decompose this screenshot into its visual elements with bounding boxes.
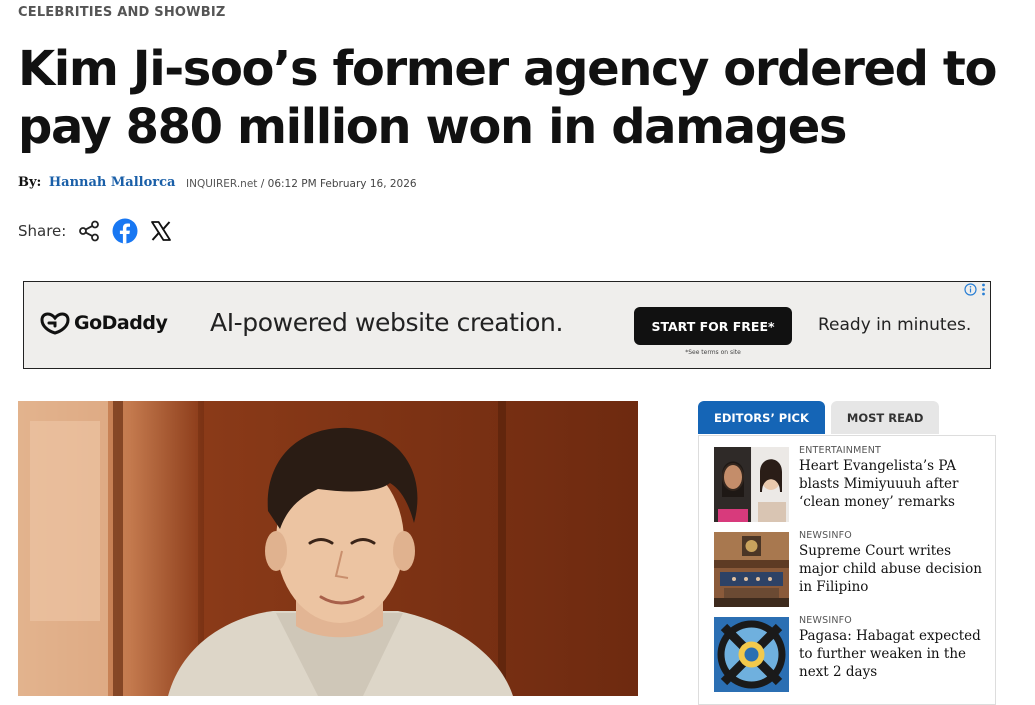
godaddy-logo-icon: [40, 312, 70, 335]
article-headline: Kim Ji-soo’s former agency ordered to pa…: [18, 41, 997, 155]
dateline-separator: /: [257, 178, 268, 190]
facebook-icon[interactable]: [112, 218, 138, 244]
ad-terms: *See terms on site: [685, 349, 741, 356]
share-bar: Share:: [18, 216, 174, 246]
ad-tagline: Ready in minutes.: [818, 315, 972, 335]
ad-choices[interactable]: [964, 283, 986, 296]
editors-pick-list: ENTERTAINMENT Heart Evangelista’s PA bla…: [698, 435, 996, 705]
share-label: Share:: [18, 222, 67, 240]
list-item[interactable]: ENTERTAINMENT Heart Evangelista’s PA bla…: [714, 445, 989, 523]
info-icon[interactable]: [964, 283, 977, 296]
x-icon[interactable]: [148, 218, 174, 244]
article-hero-photo: [18, 401, 638, 696]
godaddy-logo[interactable]: GoDaddy: [40, 311, 168, 335]
ad-headline: AI-powered website creation.: [210, 308, 564, 337]
section-label[interactable]: CELEBRITIES AND SHOWBIZ: [18, 5, 225, 20]
author-link[interactable]: Hannah Mallorca: [49, 175, 176, 190]
publish-datetime: 06:12 PM February 16, 2026: [267, 178, 417, 190]
dateline: INQUIRER.net / 06:12 PM February 16, 202…: [186, 178, 417, 190]
item-title[interactable]: Supreme Court writes major child abuse d…: [799, 542, 984, 596]
ad-brand: GoDaddy: [74, 312, 168, 334]
byline-prefix: By:: [18, 175, 42, 190]
byline: By: Hannah Mallorca: [18, 175, 175, 190]
item-category: NEWSINFO: [799, 615, 852, 626]
item-category: NEWSINFO: [799, 530, 852, 541]
tab-editors-pick[interactable]: EDITORS’ PICK: [698, 401, 825, 434]
article-thumbnail[interactable]: [714, 532, 789, 607]
tab-most-read[interactable]: MOST READ: [830, 401, 940, 434]
list-item[interactable]: NEWSINFO Supreme Court writes major chil…: [714, 530, 989, 608]
item-category: ENTERTAINMENT: [799, 445, 882, 456]
item-title[interactable]: Pagasa: Habagat expected to further weak…: [799, 627, 984, 681]
advertisement-banner[interactable]: GoDaddy AI-powered website creation. STA…: [23, 281, 991, 369]
start-for-free-button[interactable]: START FOR FREE*: [634, 307, 792, 345]
sidebar-tabs: EDITORS’ PICK MOST READ: [698, 401, 940, 434]
sidebar-widget: EDITORS’ PICK MOST READ ENTERTAINMENT He…: [698, 401, 998, 705]
article-thumbnail[interactable]: [714, 447, 789, 522]
kebab-icon[interactable]: [981, 283, 986, 296]
list-item[interactable]: NEWSINFO Pagasa: Habagat expected to fur…: [714, 615, 989, 693]
item-title[interactable]: Heart Evangelista’s PA blasts Mimiyuuuh …: [799, 457, 984, 511]
share-icon[interactable]: [76, 218, 102, 244]
site-name: INQUIRER.net: [186, 178, 258, 190]
article-thumbnail[interactable]: [714, 617, 789, 692]
